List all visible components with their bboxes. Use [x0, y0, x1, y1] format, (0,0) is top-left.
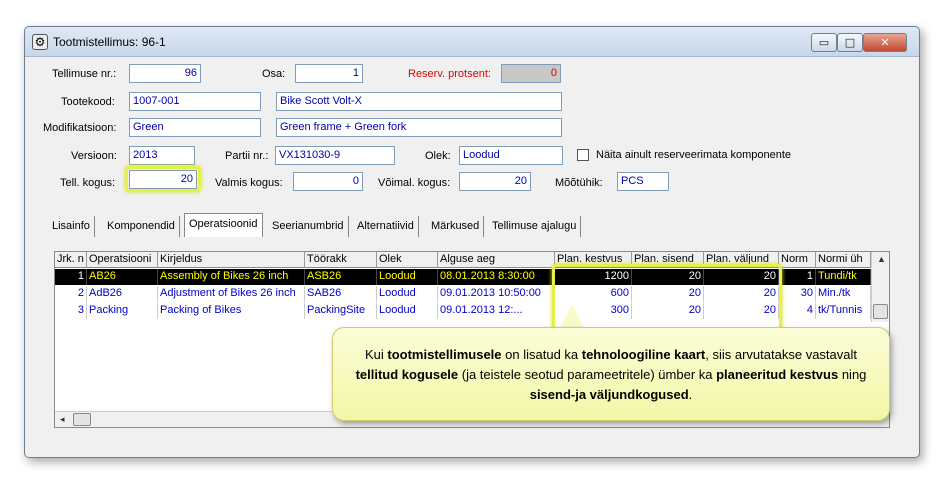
- cell-description: Adjustment of Bikes 26 inch: [158, 286, 305, 302]
- order-number-label: Tellimuse nr.:: [52, 68, 117, 80]
- cell-seq: 3: [55, 303, 87, 319]
- cell-operation: AB26: [87, 269, 158, 285]
- col-header-operation[interactable]: Operatsiooni: [87, 252, 158, 268]
- callout-text: , siis arvutatakse vastavalt: [705, 347, 857, 362]
- order-number-field[interactable]: 96: [129, 64, 201, 83]
- callout-bold: planeeritud kestvus: [716, 367, 839, 382]
- modification-field[interactable]: Green: [129, 118, 261, 137]
- cell-norm-unit: Min./tk: [816, 286, 871, 302]
- window-title: Tootmistellimus: 96-1: [53, 35, 166, 49]
- scroll-up-icon[interactable]: ▲: [877, 254, 886, 264]
- vertical-scrollbar[interactable]: ▲: [871, 252, 889, 322]
- unreserved-only-checkbox[interactable]: [577, 149, 589, 161]
- close-button[interactable]: ✕: [863, 33, 907, 52]
- tab-seerianumbrid[interactable]: Seerianumbrid: [268, 216, 349, 237]
- col-header-norm-unit[interactable]: Normi üh: [816, 252, 871, 268]
- batch-field[interactable]: VX131030-9: [275, 146, 395, 165]
- ordered-qty-label: Tell. kogus:: [60, 177, 116, 189]
- info-callout: Kui tootmistellimusele on lisatud ka teh…: [332, 327, 890, 421]
- cell-start-time: 09.01.2013 10:50:00: [438, 286, 555, 302]
- callout-bold: tellitud kogusele: [355, 367, 459, 382]
- part-field[interactable]: 1: [295, 64, 363, 83]
- cell-seq: 2: [55, 286, 87, 302]
- tab-operatsioonid[interactable]: Operatsioonid: [184, 213, 263, 237]
- modification-description-field[interactable]: Green frame + Green fork: [276, 118, 562, 137]
- cell-operation: AdB26: [87, 286, 158, 302]
- col-header-norm[interactable]: Norm: [779, 252, 816, 268]
- version-label: Versioon:: [71, 150, 117, 162]
- cell-status: Loodud: [377, 303, 438, 319]
- vertical-scroll-thumb[interactable]: [873, 304, 888, 319]
- callout-text: Kui: [364, 347, 388, 362]
- product-description-field[interactable]: Bike Scott Volt-X: [276, 92, 562, 111]
- cell-status: Loodud: [377, 286, 438, 302]
- plan-columns-highlight: [552, 264, 782, 332]
- cell-workcell: SAB26: [305, 286, 377, 302]
- ordered-qty-field[interactable]: 20: [129, 170, 197, 189]
- tab-komponendid[interactable]: Komponendid: [103, 216, 180, 237]
- finished-qty-label: Valmis kogus:: [215, 177, 283, 189]
- cell-description: Assembly of Bikes 26 inch: [158, 269, 305, 285]
- cell-workcell: PackingSite: [305, 303, 377, 319]
- status-label: Olek:: [425, 150, 451, 162]
- reserve-percent-field: 0: [501, 64, 561, 83]
- version-field[interactable]: 2013: [129, 146, 195, 165]
- cell-operation: Packing: [87, 303, 158, 319]
- callout-text: .: [688, 387, 693, 402]
- modification-label: Modifikatsioon:: [43, 122, 117, 134]
- callout-bold: tootmistellimusele: [387, 347, 502, 362]
- unreserved-only-label: Näita ainult reserveerimata komponente: [596, 149, 792, 161]
- col-header-workcell[interactable]: Töörakk: [305, 252, 377, 268]
- possible-qty-field[interactable]: 20: [459, 172, 531, 191]
- callout-text: on lisatud ka: [501, 347, 582, 362]
- cell-norm: 1: [779, 269, 816, 285]
- callout-bold: sisend-ja väljundkogused: [529, 387, 689, 402]
- cell-start-time: 08.01.2013 8:30:00: [438, 269, 555, 285]
- cell-norm-unit: tk/Tunnis: [816, 303, 871, 319]
- unit-label: Mõõtühik:: [555, 177, 603, 189]
- part-label: Osa:: [262, 68, 286, 80]
- unit-field[interactable]: PCS: [617, 172, 669, 191]
- cell-description: Packing of Bikes: [158, 303, 305, 319]
- minimize-button[interactable]: ▭: [811, 33, 837, 52]
- cell-workcell: ASB26: [305, 269, 377, 285]
- gear-icon[interactable]: ⚙: [32, 34, 48, 50]
- col-header-status[interactable]: Olek: [377, 252, 438, 268]
- cell-norm: 4: [779, 303, 816, 319]
- tab-lisainfo[interactable]: Lisainfo: [48, 216, 95, 237]
- callout-text: ning: [838, 367, 867, 382]
- finished-qty-field[interactable]: 0: [293, 172, 363, 191]
- cell-seq: 1: [55, 269, 87, 285]
- cell-start-time: 09.01.2013 12:...: [438, 303, 555, 319]
- col-header-description[interactable]: Kirjeldus: [158, 252, 305, 268]
- tab-markused[interactable]: Märkused: [427, 216, 485, 237]
- product-code-field[interactable]: 1007-001: [129, 92, 261, 111]
- product-code-label: Tootekood:: [61, 96, 115, 108]
- col-header-seq[interactable]: Jrk. n: [55, 252, 87, 268]
- cell-norm-unit: Tundi/tk: [816, 269, 871, 285]
- tab-tellimuse-ajalugu[interactable]: Tellimuse ajalugu: [488, 216, 582, 237]
- cell-norm: 30: [779, 286, 816, 302]
- maximize-button[interactable]: □: [837, 33, 863, 52]
- reserve-percent-label: Reserv. protsent:: [408, 68, 491, 80]
- batch-label: Partii nr.:: [225, 150, 269, 162]
- tab-alternatiivid[interactable]: Alternatiivid: [353, 216, 419, 237]
- callout-bold: tehnoloogiline kaart: [581, 347, 706, 362]
- status-field[interactable]: Loodud: [459, 146, 563, 165]
- cell-status: Loodud: [377, 269, 438, 285]
- callout-pointer: [560, 304, 584, 328]
- horizontal-scroll-thumb[interactable]: [73, 413, 91, 426]
- title-bar: ⚙ Tootmistellimus: 96-1 ▭ □ ✕: [25, 27, 919, 57]
- callout-text: (ja teistele seotud parameetritele) ümbe…: [458, 367, 717, 382]
- possible-qty-label: Võimal. kogus:: [378, 177, 451, 189]
- col-header-start-time[interactable]: Alguse aeg: [438, 252, 555, 268]
- scroll-left-icon[interactable]: ◂: [60, 414, 65, 425]
